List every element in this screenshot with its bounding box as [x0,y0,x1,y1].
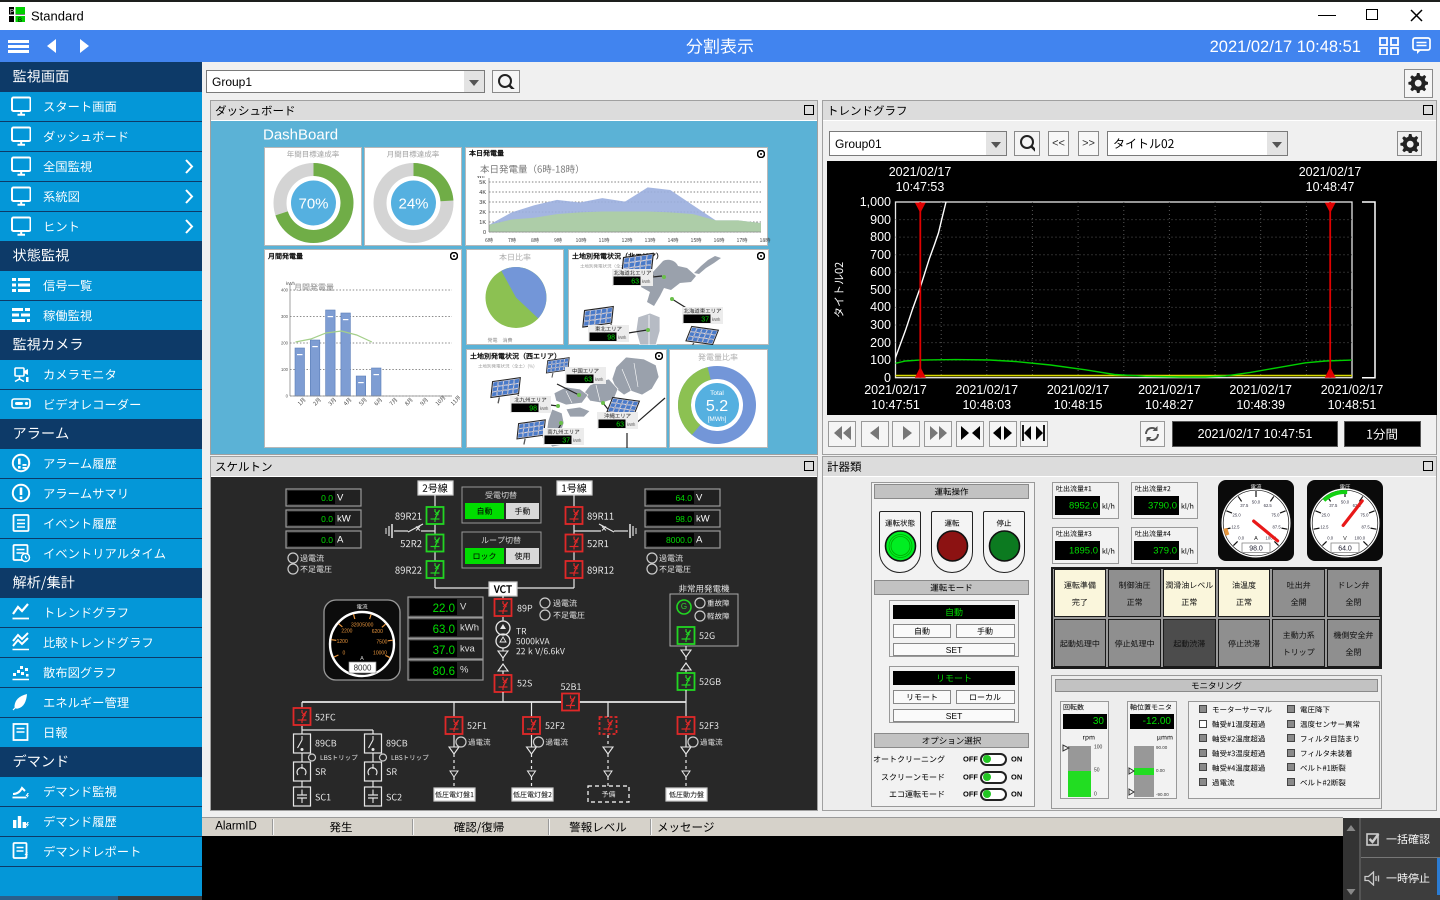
svg-text:63.0: 63.0 [433,624,455,636]
svg-text:0.0: 0.0 [321,514,333,524]
svg-text:Wh: Wh [477,176,485,180]
svg-text:87.5: 87.5 [1273,525,1282,530]
svg-text:0.0: 0.0 [1238,535,1244,540]
svg-text:400: 400 [281,288,289,293]
svg-text:8000: 8000 [354,664,372,673]
svg-text:50.0: 50.0 [1341,500,1350,505]
svg-text:0.0: 0.0 [321,535,333,545]
svg-text:37.0: 37.0 [433,645,455,657]
svg-text:kWh: kWh [286,281,295,286]
svg-text:22.0: 22.0 [433,603,455,615]
svg-text:0: 0 [483,230,486,236]
svg-text:50.0: 50.0 [1252,500,1261,505]
svg-text:V: V [1343,536,1347,542]
svg-text:62.5: 62.5 [1264,503,1273,508]
svg-text:2K: 2K [479,210,486,216]
svg-text:200: 200 [281,341,289,346]
svg-text:5K: 5K [479,180,486,186]
svg-text:7500: 7500 [376,639,387,645]
svg-text:98.0: 98.0 [675,514,692,524]
svg-text:5000: 5000 [362,623,373,629]
svg-text:98.0: 98.0 [1249,546,1263,553]
svg-text:70%: 70% [298,195,328,212]
svg-text:[MWh]: [MWh] [708,416,727,423]
svg-text:98: 98 [529,406,537,413]
svg-text:kWh: kWh [618,335,627,340]
svg-text:5.2: 5.2 [706,398,728,415]
svg-text:64.0: 64.0 [675,493,692,503]
svg-text:0: 0 [343,650,346,656]
svg-text:A: A [360,656,364,662]
svg-text:37: 37 [701,317,709,324]
svg-text:3200: 3200 [351,623,362,629]
svg-text:P: P [10,10,14,16]
svg-text:37.5: 37.5 [1329,503,1338,508]
svg-text:0.0: 0.0 [321,493,333,503]
svg-text:8000.0: 8000.0 [666,535,692,545]
svg-text:4K: 4K [479,190,486,196]
svg-text:10000: 10000 [373,651,387,657]
svg-text:80.6: 80.6 [433,666,455,678]
svg-text:1200: 1200 [337,639,348,645]
svg-text:98: 98 [607,335,615,342]
svg-text:kWh: kWh [595,377,604,382]
svg-text:75.0: 75.0 [1271,513,1280,518]
svg-text:87.5: 87.5 [1362,525,1371,530]
svg-text:12.5: 12.5 [1231,525,1240,530]
svg-text:1K: 1K [479,220,486,226]
svg-text:75.0: 75.0 [1360,513,1369,518]
svg-text:300: 300 [281,314,289,319]
svg-text:63: 63 [584,377,592,384]
svg-text:0.0: 0.0 [1327,535,1333,540]
svg-text:37.5: 37.5 [1240,503,1249,508]
svg-text:63: 63 [631,279,639,286]
svg-text:100.0: 100.0 [1355,535,1366,540]
svg-text:3K: 3K [479,200,486,206]
svg-text:kWh: kWh [642,279,651,284]
svg-text:kWh: kWh [573,438,582,443]
svg-text:25.0: 25.0 [1233,513,1242,518]
svg-text:12.5: 12.5 [1320,525,1329,530]
svg-text:kWh: kWh [712,317,721,322]
svg-text:B: B [18,18,22,22]
svg-text:25.0: 25.0 [1322,513,1331,518]
svg-text:6200: 6200 [372,629,383,635]
svg-text:kWh: kWh [540,406,549,411]
svg-text:Total: Total [710,390,724,397]
svg-text:kWh: kWh [627,422,636,427]
svg-text:0: 0 [286,394,289,399]
svg-text:64.0: 64.0 [1338,546,1352,553]
svg-text:37: 37 [562,438,570,445]
svg-text:A: A [1254,536,1258,542]
svg-text:2200: 2200 [341,629,352,635]
svg-text:24%: 24% [398,195,428,212]
svg-text:63: 63 [616,422,624,429]
svg-text:100: 100 [281,367,289,372]
